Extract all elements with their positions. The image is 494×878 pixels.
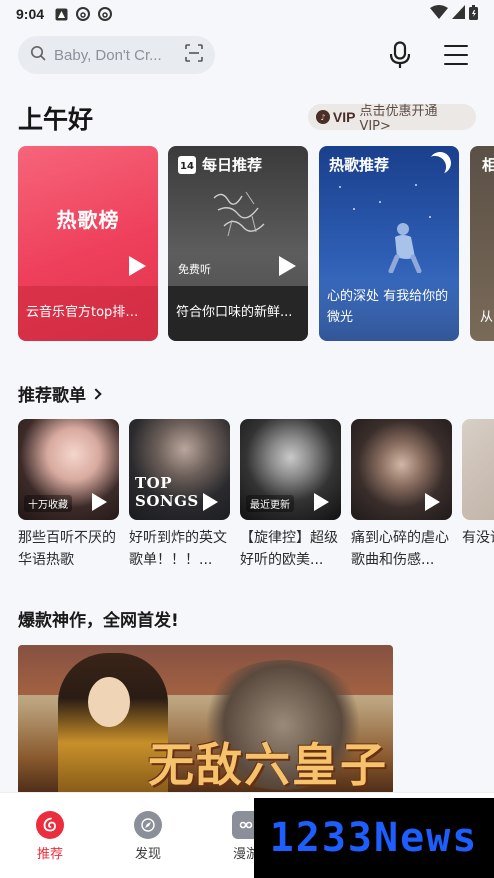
scan-icon[interactable] [185, 44, 203, 66]
netease-music-icon [76, 7, 91, 21]
status-bar: 9:04 [0, 0, 494, 28]
nav-label: 发现 [134, 847, 161, 862]
hot-songs-card[interactable]: 热歌榜 云音乐官方top排行... [18, 146, 158, 341]
top-cards-carousel[interactable]: 热歌榜 云音乐官方top排行... 14 每日推荐 免费听 符合你口味的新鲜..… [18, 146, 494, 342]
watermark: 1233News [254, 798, 494, 878]
playlist-title: 好听到炸的英文歌单！！！... [129, 530, 227, 568]
vip-promo-button[interactable]: ♪ VIP 点击优惠开通VIP> [308, 104, 476, 134]
menu-icon[interactable] [444, 42, 468, 68]
nav-discover[interactable]: 发现 [116, 811, 180, 862]
notification-icon [54, 7, 68, 21]
battery-icon [469, 4, 478, 24]
play-icon[interactable] [425, 493, 440, 511]
playlist-cover[interactable]: 十万收藏 [18, 419, 119, 520]
card-caption: 从 [480, 310, 494, 325]
netease-music-icon [36, 811, 64, 839]
vip-label: VIP [332, 109, 356, 125]
nav-label: 推荐 [36, 847, 63, 862]
playlist-item[interactable]: TOP SONGS 好听到炸的英文歌单！！！... [129, 419, 230, 571]
card-caption: 心的深处 有我给你的微光 [327, 289, 449, 325]
banner-section-title: 爆款神作，全网首发! [18, 611, 179, 631]
calendar-icon: 14 [178, 155, 196, 174]
status-time: 9:04 [16, 6, 45, 22]
playlist-title: 有没词直 [462, 530, 494, 546]
card-caption: 符合你口味的新鲜... [176, 305, 293, 321]
drama-banner[interactable]: 无敌六皇子 [18, 645, 393, 795]
playlist-cover[interactable]: 最近更新 [240, 419, 341, 520]
chevron-right-icon [90, 387, 102, 400]
compass-icon [134, 811, 162, 839]
vip-logo-icon: ♪ [316, 110, 330, 124]
playlist-cover[interactable] [462, 419, 494, 520]
play-icon[interactable] [279, 256, 296, 276]
search-icon [30, 45, 46, 65]
play-icon[interactable] [203, 493, 218, 511]
sitting-figure-icon [388, 223, 422, 273]
play-icon[interactable] [314, 493, 329, 511]
banner-title: 无敌六皇子 [148, 738, 388, 792]
playlist-title: 痛到心碎的虐心歌曲和伤感... [351, 530, 449, 568]
playlist-title: 那些百听不厌的华语热歌 [18, 530, 116, 568]
play-icon[interactable] [129, 256, 146, 276]
card-header: 相 [482, 156, 494, 174]
hot-songs-title: 热歌榜 [56, 208, 120, 232]
playlist-badge: 十万收藏 [24, 495, 72, 512]
calligraphy-art-icon [213, 191, 265, 237]
playlist-item[interactable]: 有没词直 [462, 419, 494, 571]
card-caption: 云音乐官方top排行... [26, 305, 150, 321]
signal-icon [452, 5, 465, 23]
search-bar[interactable]: Baby, Don't Cr... [18, 36, 215, 74]
card-header: 热歌推荐 [329, 156, 390, 174]
playlist-item[interactable]: 痛到心碎的虐心歌曲和伤感... [351, 419, 452, 571]
free-listen-badge: 免费听 [178, 263, 211, 276]
card-header: 每日推荐 [202, 156, 263, 174]
playlist-cover[interactable]: TOP SONGS [129, 419, 230, 520]
playlist-item[interactable]: 十万收藏 那些百听不厌的华语热歌 [18, 419, 119, 571]
hot-recommend-card[interactable]: 热歌推荐 心的深处 有我给你的微光 [319, 146, 459, 341]
play-icon[interactable] [92, 493, 107, 511]
greeting-title: 上午好 [18, 105, 94, 134]
daily-recommend-card[interactable]: 14 每日推荐 免费听 符合你口味的新鲜... [168, 146, 308, 341]
netease-music-icon [98, 7, 113, 21]
wifi-icon [430, 5, 448, 23]
partial-card[interactable]: 相 从 [470, 146, 494, 341]
playlist-cover[interactable] [351, 419, 452, 520]
nav-recommend[interactable]: 推荐 [18, 811, 82, 862]
playlist-section-title[interactable]: 推荐歌单 [18, 381, 102, 406]
playlist-badge: 最近更新 [246, 495, 294, 512]
playlist-title: 【旋律控】超级好听的欧美... [240, 530, 338, 568]
microphone-icon[interactable] [386, 40, 414, 70]
playlist-carousel[interactable]: 十万收藏 那些百听不厌的华语热歌 TOP SONGS 好听到炸的英文歌单！！！.… [18, 419, 494, 579]
playlist-item[interactable]: 最近更新 【旋律控】超级好听的欧美... [240, 419, 341, 571]
search-input[interactable]: Baby, Don't Cr... [54, 47, 185, 64]
moon-icon [426, 149, 454, 177]
vip-promo-text: 点击优惠开通VIP> [359, 104, 438, 134]
